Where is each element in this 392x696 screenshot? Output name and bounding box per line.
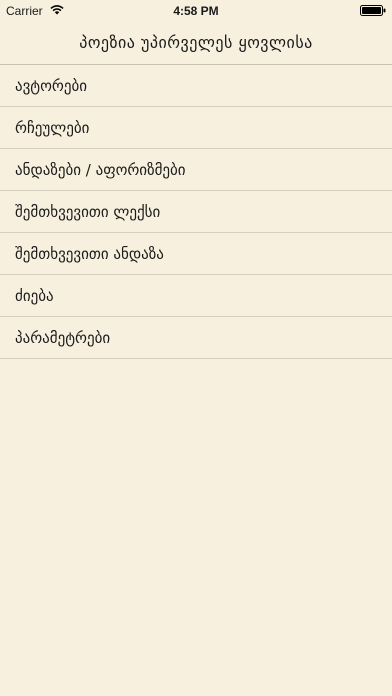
page-title: პოეზია უპირველეს ყოვლისა (79, 32, 313, 52)
menu-item-favorites[interactable]: რჩეულები (0, 107, 392, 149)
battery-icon (360, 5, 386, 16)
menu-item-proverbs-aphorisms[interactable]: ანდაზები / აფორიზმები (0, 149, 392, 191)
menu-item-random-proverb[interactable]: შემთხვევითი ანდაზა (0, 233, 392, 275)
status-bar: Carrier 4:58 PM (0, 0, 392, 20)
menu-item-settings[interactable]: პარამეტრები (0, 317, 392, 359)
navigation-bar: პოეზია უპირველეს ყოვლისა (0, 20, 392, 65)
menu-item-authors[interactable]: ავტორები (0, 65, 392, 107)
clock: 4:58 PM (173, 4, 219, 18)
main-menu: ავტორები რჩეულები ანდაზები / აფორიზმები … (0, 65, 392, 359)
menu-item-search[interactable]: ძიება (0, 275, 392, 317)
menu-item-random-poem[interactable]: შემთხვევითი ლექსი (0, 191, 392, 233)
